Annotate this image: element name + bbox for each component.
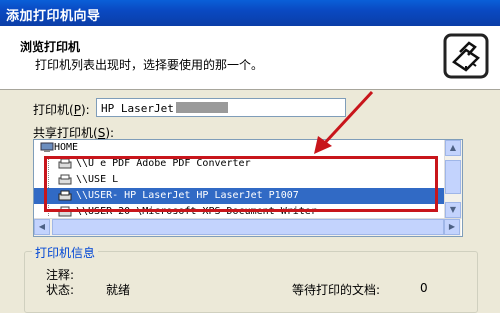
- header-subtitle: 打印机列表出现时，选择要使用的那一个。: [35, 58, 264, 72]
- scroll-down-button[interactable]: ▼: [445, 202, 461, 218]
- printer-icon: [58, 206, 72, 217]
- network-computer-icon: [40, 142, 54, 152]
- vertical-scroll-thumb[interactable]: [445, 160, 461, 194]
- printer-name-input[interactable]: HP LaserJet: [96, 98, 346, 117]
- window-title: 添加打印机向导: [6, 9, 101, 24]
- list-item-label: \\U e PDF Adobe PDF Converter: [76, 158, 251, 169]
- list-item[interactable]: \\USE L: [34, 172, 444, 188]
- scroll-up-button[interactable]: ▲: [445, 140, 461, 156]
- printer-icon: [58, 174, 72, 185]
- status-label: 状态:: [46, 283, 75, 297]
- status-value: 就绪: [106, 283, 131, 297]
- list-item-label: \\USER- HP LaserJet HP LaserJet P1007: [76, 190, 299, 201]
- list-item-label: HOME: [54, 142, 79, 153]
- list-item-root[interactable]: HOME: [34, 140, 444, 156]
- printer-icon: [58, 190, 72, 201]
- list-item[interactable]: \\U e PDF Adobe PDF Converter: [34, 156, 444, 172]
- list-item-selected[interactable]: \\USER- HP LaserJet HP LaserJet P1007: [34, 188, 444, 204]
- horizontal-scrollbar[interactable]: ◀ ▶: [34, 218, 461, 236]
- shared-printers-list[interactable]: HOME \\U e PDF Adobe PDF Converter \\USE…: [33, 139, 463, 237]
- scroll-right-button[interactable]: ▶: [444, 219, 460, 235]
- vertical-scrollbar[interactable]: ▲ ▼: [444, 140, 462, 219]
- queue-label: 等待打印的文档:: [292, 283, 381, 297]
- list-item-label: \\USE L: [76, 174, 119, 185]
- window-title-bar[interactable]: 添加打印机向导: [0, 0, 500, 26]
- horizontal-scroll-thumb[interactable]: [52, 219, 444, 235]
- printer-name-value: HP LaserJet: [101, 102, 174, 115]
- printer-icon: [58, 158, 72, 169]
- scroll-left-button[interactable]: ◀: [34, 219, 50, 235]
- wizard-header: 浏览打印机 打印机列表出现时，选择要使用的那一个。: [0, 26, 500, 90]
- redaction-block: [175, 102, 228, 113]
- printer-info-title: 打印机信息: [32, 244, 99, 261]
- printer-label: 打印机(P):: [33, 103, 90, 117]
- queue-value: 0: [420, 281, 428, 295]
- printer-wizard-icon: [443, 33, 489, 79]
- header-title: 浏览打印机: [20, 40, 81, 54]
